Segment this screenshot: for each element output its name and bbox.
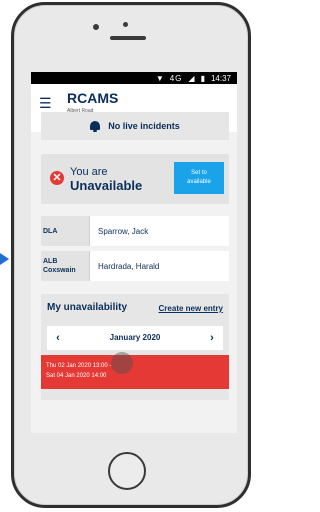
touch-indicator	[111, 352, 133, 374]
set-available-line1: Set to	[191, 170, 207, 176]
role-label: ALB Coxswain	[41, 251, 89, 281]
set-available-line2: available	[187, 179, 211, 185]
sensor-dot	[123, 22, 128, 27]
unavailability-entry[interactable]: Thu 02 Jan 2020 13:00 - Sat 04 Jan 2020 …	[41, 355, 229, 389]
my-unavailability-panel: My unavailability Create new entry ‹ Jan…	[41, 294, 229, 400]
set-available-button[interactable]: Set to available	[174, 162, 224, 194]
availability-prefix: You are	[70, 166, 108, 178]
battery-icon: ▮	[200, 73, 205, 83]
role-row-dla: DLA Sparrow, Jack	[41, 216, 229, 246]
cross-icon: ✕	[50, 171, 64, 185]
create-entry-link[interactable]: Create new entry	[159, 304, 223, 313]
wifi-icon: ▼	[155, 73, 164, 83]
month-navigator: ‹ January 2020 ›	[47, 326, 223, 350]
front-camera	[93, 24, 99, 30]
role-assignee[interactable]: Sparrow, Jack	[89, 216, 229, 246]
role-label-line2: Coxswain	[43, 267, 76, 274]
status-bar: ▼ 4G ◢ ▮ 14:37	[31, 72, 237, 84]
status-time: 14:37	[210, 73, 231, 83]
signal-icon: ◢	[188, 73, 195, 83]
role-assignee[interactable]: Hardrada, Harald	[89, 251, 229, 281]
home-button[interactable]	[108, 452, 146, 490]
earpiece-speaker	[110, 36, 146, 40]
role-row-alb-coxswain: ALB Coxswain Hardrada, Harald	[41, 251, 229, 281]
entry-start: Thu 02 Jan 2020 13:00 -	[46, 363, 112, 369]
incidents-banner: No live incidents	[41, 112, 229, 140]
role-label: DLA	[43, 227, 58, 235]
section-title: My unavailability	[47, 302, 128, 313]
chevron-right-icon[interactable]: ›	[205, 331, 219, 345]
network-label: 4G	[169, 73, 183, 83]
incidents-text: No live incidents	[108, 121, 180, 131]
pointer-arrow	[0, 253, 9, 265]
month-label: January 2020	[109, 333, 161, 342]
availability-card: ✕ You are Unavailable Set to available	[41, 154, 229, 204]
availability-status: Unavailable	[70, 178, 143, 193]
role-label-line1: ALB	[43, 258, 58, 265]
menu-icon[interactable]: ☰	[39, 96, 52, 110]
entry-end: Sat 04 Jan 2020 14:00	[46, 373, 107, 379]
app-title: RCAMS	[67, 90, 119, 106]
app-screen: ▼ 4G ◢ ▮ 14:37 ☰ RCAMS Albert Road No li…	[31, 72, 237, 433]
bell-icon	[90, 120, 101, 132]
